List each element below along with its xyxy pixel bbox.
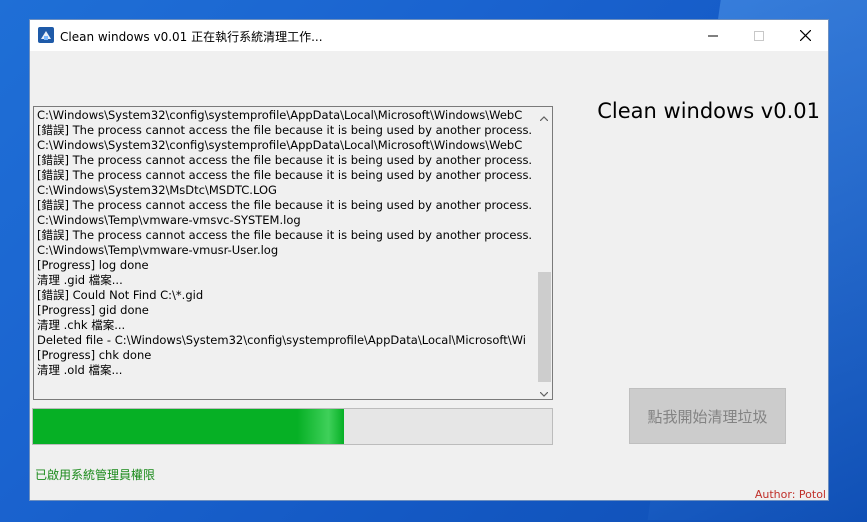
log-lines: C:\Windows\System32\config\systemprofile…	[37, 108, 533, 378]
log-line: C:\Windows\System32\config\systemprofile…	[37, 108, 523, 122]
close-button[interactable]	[782, 20, 828, 51]
log-line: [錯誤] The process cannot access the file …	[37, 198, 533, 212]
log-line: [錯誤] The process cannot access the file …	[37, 228, 533, 242]
log-line: C:\Windows\Temp\vmware-vmsvc-SYSTEM.log	[37, 213, 301, 227]
log-line: C:\Windows\System32\MsDtc\MSDTC.LOG	[37, 183, 277, 197]
log-line: C:\Windows\System32\config\systemprofile…	[37, 138, 523, 152]
log-scrollbar[interactable]	[536, 107, 552, 399]
maximize-icon	[754, 26, 764, 45]
log-line: 清理 .gid 檔案...	[37, 273, 123, 287]
broom-app-icon	[38, 27, 54, 43]
log-line: [Progress] chk done	[37, 348, 152, 362]
title-bar[interactable]: Clean windows v0.01 正在執行系統清理工作...	[30, 20, 828, 51]
start-cleanup-button[interactable]: 點我開始清理垃圾	[629, 388, 786, 444]
chevron-up-icon	[539, 107, 549, 125]
log-line: [Progress] gid done	[37, 303, 149, 317]
log-line: [錯誤] The process cannot access the file …	[37, 123, 533, 137]
progress-bar	[32, 408, 553, 445]
log-line: [錯誤] Could Not Find C:\*.gid	[37, 288, 204, 302]
scroll-up-button[interactable]	[536, 107, 552, 123]
admin-status-text: 已啟用系統管理員權限	[35, 468, 156, 482]
author-label: Author: Potol	[754, 488, 826, 501]
chevron-down-icon	[539, 382, 549, 400]
log-textbox[interactable]: C:\Windows\System32\config\systemprofile…	[33, 106, 553, 400]
app-window: Clean windows v0.01 正在執行系統清理工作... C:\Win…	[29, 19, 829, 501]
log-line: Deleted file - C:\Windows\System32\confi…	[37, 333, 526, 347]
log-line: [錯誤] The process cannot access the file …	[37, 153, 533, 167]
log-line: 清理 .old 檔案...	[37, 363, 123, 377]
minimize-icon	[708, 26, 718, 45]
maximize-button[interactable]	[736, 20, 782, 51]
minimize-button[interactable]	[690, 20, 736, 51]
progress-fill	[33, 409, 344, 444]
log-line: [錯誤] The process cannot access the file …	[37, 168, 533, 182]
app-heading: Clean windows v0.01	[597, 99, 820, 123]
window-title: Clean windows v0.01 正在執行系統清理工作...	[60, 30, 323, 44]
log-line: 清理 .chk 檔案...	[37, 318, 126, 332]
close-icon	[799, 26, 811, 45]
scroll-thumb[interactable]	[538, 272, 551, 382]
log-line: C:\Windows\Temp\vmware-vmusr-User.log	[37, 243, 279, 257]
scroll-down-button[interactable]	[536, 383, 552, 399]
log-line: [Progress] log done	[37, 258, 149, 272]
